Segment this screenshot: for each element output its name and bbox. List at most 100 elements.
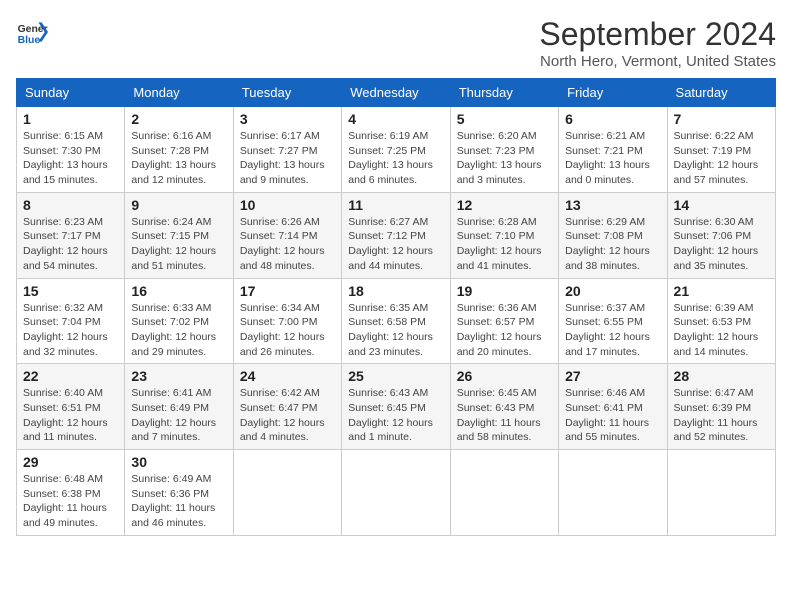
- day-info: Sunrise: 6:47 AM Sunset: 6:39 PM Dayligh…: [674, 386, 769, 445]
- calendar-cell: 7 Sunrise: 6:22 AM Sunset: 7:19 PM Dayli…: [667, 107, 775, 193]
- day-number: 28: [674, 368, 769, 384]
- week-row-2: 8 Sunrise: 6:23 AM Sunset: 7:17 PM Dayli…: [17, 192, 776, 278]
- day-number: 18: [348, 283, 443, 299]
- day-info: Sunrise: 6:26 AM Sunset: 7:14 PM Dayligh…: [240, 215, 335, 274]
- calendar-cell: 9 Sunrise: 6:24 AM Sunset: 7:15 PM Dayli…: [125, 192, 233, 278]
- day-number: 10: [240, 197, 335, 213]
- weekday-sunday: Sunday: [17, 79, 125, 107]
- day-info: Sunrise: 6:30 AM Sunset: 7:06 PM Dayligh…: [674, 215, 769, 274]
- day-number: 27: [565, 368, 660, 384]
- logo: General Blue: [16, 16, 48, 48]
- day-info: Sunrise: 6:49 AM Sunset: 6:36 PM Dayligh…: [131, 472, 226, 531]
- week-row-1: 1 Sunrise: 6:15 AM Sunset: 7:30 PM Dayli…: [17, 107, 776, 193]
- day-info: Sunrise: 6:35 AM Sunset: 6:58 PM Dayligh…: [348, 301, 443, 360]
- calendar-cell: 30 Sunrise: 6:49 AM Sunset: 6:36 PM Dayl…: [125, 450, 233, 536]
- calendar-body: 1 Sunrise: 6:15 AM Sunset: 7:30 PM Dayli…: [17, 107, 776, 536]
- day-info: Sunrise: 6:33 AM Sunset: 7:02 PM Dayligh…: [131, 301, 226, 360]
- day-number: 14: [674, 197, 769, 213]
- week-row-4: 22 Sunrise: 6:40 AM Sunset: 6:51 PM Dayl…: [17, 364, 776, 450]
- calendar-cell: 26 Sunrise: 6:45 AM Sunset: 6:43 PM Dayl…: [450, 364, 558, 450]
- day-info: Sunrise: 6:48 AM Sunset: 6:38 PM Dayligh…: [23, 472, 118, 531]
- calendar-cell: 19 Sunrise: 6:36 AM Sunset: 6:57 PM Dayl…: [450, 278, 558, 364]
- title-area: September 2024 North Hero, Vermont, Unit…: [539, 16, 776, 70]
- day-number: 4: [348, 111, 443, 127]
- calendar-cell: [559, 450, 667, 536]
- day-number: 5: [457, 111, 552, 127]
- day-info: Sunrise: 6:15 AM Sunset: 7:30 PM Dayligh…: [23, 129, 118, 188]
- calendar-cell: 28 Sunrise: 6:47 AM Sunset: 6:39 PM Dayl…: [667, 364, 775, 450]
- day-number: 6: [565, 111, 660, 127]
- calendar-cell: 6 Sunrise: 6:21 AM Sunset: 7:21 PM Dayli…: [559, 107, 667, 193]
- day-info: Sunrise: 6:42 AM Sunset: 6:47 PM Dayligh…: [240, 386, 335, 445]
- day-number: 21: [674, 283, 769, 299]
- day-number: 20: [565, 283, 660, 299]
- day-info: Sunrise: 6:22 AM Sunset: 7:19 PM Dayligh…: [674, 129, 769, 188]
- calendar-cell: 27 Sunrise: 6:46 AM Sunset: 6:41 PM Dayl…: [559, 364, 667, 450]
- day-info: Sunrise: 6:37 AM Sunset: 6:55 PM Dayligh…: [565, 301, 660, 360]
- week-row-3: 15 Sunrise: 6:32 AM Sunset: 7:04 PM Dayl…: [17, 278, 776, 364]
- calendar-cell: 17 Sunrise: 6:34 AM Sunset: 7:00 PM Dayl…: [233, 278, 341, 364]
- weekday-monday: Monday: [125, 79, 233, 107]
- calendar-header: SundayMondayTuesdayWednesdayThursdayFrid…: [17, 79, 776, 107]
- calendar-cell: 23 Sunrise: 6:41 AM Sunset: 6:49 PM Dayl…: [125, 364, 233, 450]
- day-info: Sunrise: 6:21 AM Sunset: 7:21 PM Dayligh…: [565, 129, 660, 188]
- day-number: 15: [23, 283, 118, 299]
- weekday-friday: Friday: [559, 79, 667, 107]
- calendar-cell: 4 Sunrise: 6:19 AM Sunset: 7:25 PM Dayli…: [342, 107, 450, 193]
- weekday-wednesday: Wednesday: [342, 79, 450, 107]
- calendar-cell: 5 Sunrise: 6:20 AM Sunset: 7:23 PM Dayli…: [450, 107, 558, 193]
- calendar-cell: 18 Sunrise: 6:35 AM Sunset: 6:58 PM Dayl…: [342, 278, 450, 364]
- day-info: Sunrise: 6:39 AM Sunset: 6:53 PM Dayligh…: [674, 301, 769, 360]
- calendar-cell: [233, 450, 341, 536]
- calendar-cell: 25 Sunrise: 6:43 AM Sunset: 6:45 PM Dayl…: [342, 364, 450, 450]
- weekday-tuesday: Tuesday: [233, 79, 341, 107]
- week-row-5: 29 Sunrise: 6:48 AM Sunset: 6:38 PM Dayl…: [17, 450, 776, 536]
- calendar-cell: 8 Sunrise: 6:23 AM Sunset: 7:17 PM Dayli…: [17, 192, 125, 278]
- day-info: Sunrise: 6:40 AM Sunset: 6:51 PM Dayligh…: [23, 386, 118, 445]
- day-info: Sunrise: 6:46 AM Sunset: 6:41 PM Dayligh…: [565, 386, 660, 445]
- day-number: 13: [565, 197, 660, 213]
- day-info: Sunrise: 6:41 AM Sunset: 6:49 PM Dayligh…: [131, 386, 226, 445]
- calendar-cell: 21 Sunrise: 6:39 AM Sunset: 6:53 PM Dayl…: [667, 278, 775, 364]
- day-number: 22: [23, 368, 118, 384]
- logo-icon: General Blue: [16, 16, 48, 48]
- day-number: 17: [240, 283, 335, 299]
- calendar-cell: 11 Sunrise: 6:27 AM Sunset: 7:12 PM Dayl…: [342, 192, 450, 278]
- calendar-cell: 24 Sunrise: 6:42 AM Sunset: 6:47 PM Dayl…: [233, 364, 341, 450]
- day-number: 23: [131, 368, 226, 384]
- day-info: Sunrise: 6:23 AM Sunset: 7:17 PM Dayligh…: [23, 215, 118, 274]
- calendar-cell: 20 Sunrise: 6:37 AM Sunset: 6:55 PM Dayl…: [559, 278, 667, 364]
- day-number: 26: [457, 368, 552, 384]
- weekday-saturday: Saturday: [667, 79, 775, 107]
- day-info: Sunrise: 6:16 AM Sunset: 7:28 PM Dayligh…: [131, 129, 226, 188]
- calendar-cell: 14 Sunrise: 6:30 AM Sunset: 7:06 PM Dayl…: [667, 192, 775, 278]
- svg-text:Blue: Blue: [18, 35, 41, 46]
- day-number: 1: [23, 111, 118, 127]
- day-info: Sunrise: 6:43 AM Sunset: 6:45 PM Dayligh…: [348, 386, 443, 445]
- day-info: Sunrise: 6:27 AM Sunset: 7:12 PM Dayligh…: [348, 215, 443, 274]
- day-number: 24: [240, 368, 335, 384]
- day-number: 9: [131, 197, 226, 213]
- calendar-cell: [450, 450, 558, 536]
- calendar-cell: 16 Sunrise: 6:33 AM Sunset: 7:02 PM Dayl…: [125, 278, 233, 364]
- day-info: Sunrise: 6:17 AM Sunset: 7:27 PM Dayligh…: [240, 129, 335, 188]
- day-info: Sunrise: 6:28 AM Sunset: 7:10 PM Dayligh…: [457, 215, 552, 274]
- day-number: 12: [457, 197, 552, 213]
- day-number: 25: [348, 368, 443, 384]
- day-info: Sunrise: 6:45 AM Sunset: 6:43 PM Dayligh…: [457, 386, 552, 445]
- day-info: Sunrise: 6:36 AM Sunset: 6:57 PM Dayligh…: [457, 301, 552, 360]
- day-number: 29: [23, 454, 118, 470]
- day-info: Sunrise: 6:20 AM Sunset: 7:23 PM Dayligh…: [457, 129, 552, 188]
- day-number: 7: [674, 111, 769, 127]
- weekday-header-row: SundayMondayTuesdayWednesdayThursdayFrid…: [17, 79, 776, 107]
- day-number: 8: [23, 197, 118, 213]
- header: General Blue September 2024 North Hero, …: [16, 16, 776, 70]
- calendar-cell: [667, 450, 775, 536]
- calendar-cell: 22 Sunrise: 6:40 AM Sunset: 6:51 PM Dayl…: [17, 364, 125, 450]
- day-info: Sunrise: 6:29 AM Sunset: 7:08 PM Dayligh…: [565, 215, 660, 274]
- calendar-cell: 12 Sunrise: 6:28 AM Sunset: 7:10 PM Dayl…: [450, 192, 558, 278]
- day-info: Sunrise: 6:32 AM Sunset: 7:04 PM Dayligh…: [23, 301, 118, 360]
- calendar-cell: 2 Sunrise: 6:16 AM Sunset: 7:28 PM Dayli…: [125, 107, 233, 193]
- calendar-cell: [342, 450, 450, 536]
- day-info: Sunrise: 6:19 AM Sunset: 7:25 PM Dayligh…: [348, 129, 443, 188]
